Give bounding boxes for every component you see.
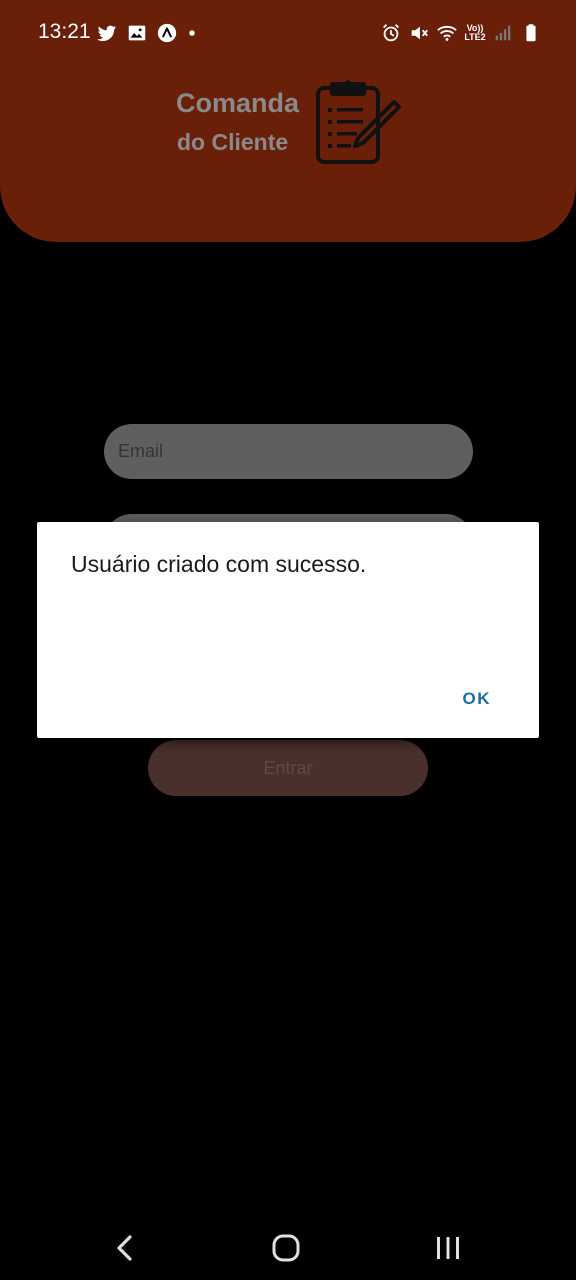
lte-bottom-label: LTE2 <box>464 32 486 42</box>
status-right-icons: Vo)) LTE2 <box>380 22 542 44</box>
app-icon <box>156 22 178 44</box>
status-time: 13:21 <box>38 20 91 43</box>
wifi-icon <box>436 22 458 44</box>
signal-icon <box>492 22 514 44</box>
home-icon[interactable] <box>268 1230 304 1266</box>
email-placeholder: Email <box>118 441 164 461</box>
status-left-icons <box>96 22 198 44</box>
twitter-icon <box>96 22 118 44</box>
mute-icon <box>408 22 430 44</box>
back-icon[interactable] <box>107 1230 143 1266</box>
lte-icon: Vo)) LTE2 <box>464 22 486 44</box>
dot-icon <box>186 22 198 44</box>
enter-button[interactable]: Entrar <box>148 740 428 796</box>
email-field[interactable]: Email <box>104 424 473 479</box>
battery-icon <box>520 22 542 44</box>
status-bar: 13:21 Vo)) LTE2 <box>0 0 576 64</box>
dialog-message: Usuário criado com sucesso. <box>71 551 367 577</box>
image-icon <box>126 22 148 44</box>
enter-button-label: Entrar <box>263 757 313 778</box>
app-screen: 13:21 Vo)) LTE2 Comanda do Cliente Email… <box>0 0 576 1280</box>
navigation-bar <box>0 1214 576 1280</box>
ok-button[interactable]: OK <box>463 689 492 709</box>
success-dialog: Usuário criado com sucesso. OK <box>37 522 539 738</box>
app-logo: Comanda do Cliente <box>176 78 406 170</box>
recents-icon[interactable] <box>430 1230 466 1266</box>
logo-subtitle: do Cliente <box>177 129 289 155</box>
clipboard-pen-icon <box>314 78 402 168</box>
logo-title: Comanda <box>176 88 300 118</box>
alarm-icon <box>380 22 402 44</box>
